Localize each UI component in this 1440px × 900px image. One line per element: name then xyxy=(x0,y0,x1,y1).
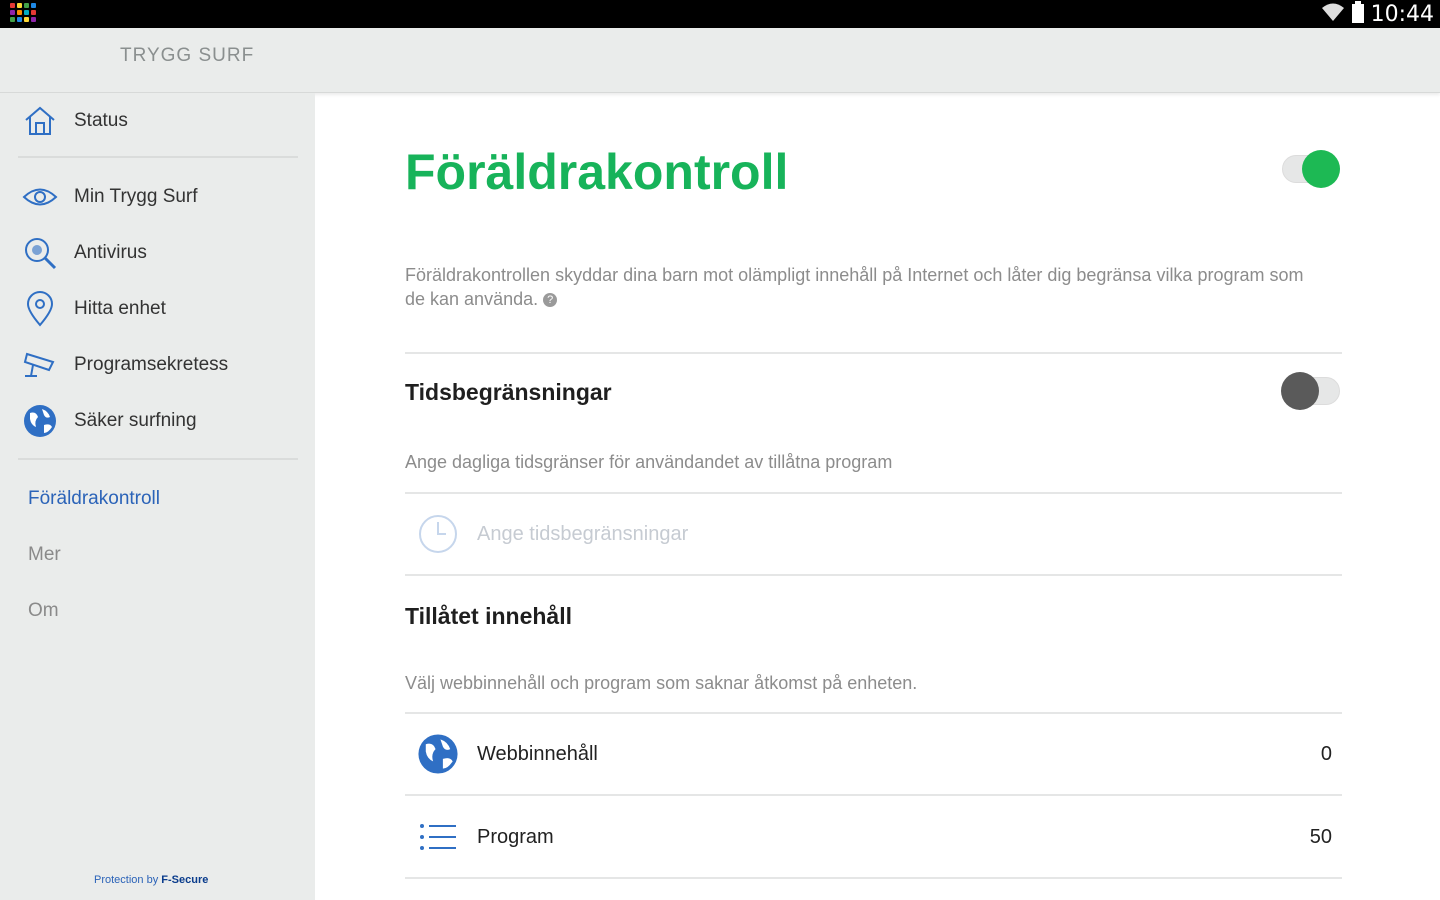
web-content-count: 0 xyxy=(1320,742,1332,765)
clock-icon xyxy=(413,509,463,559)
sidebar-item-min-trygg-surf[interactable]: Min Trygg Surf xyxy=(20,175,198,219)
list-icon xyxy=(413,812,463,862)
allowed-content-title: Tillåtet innehåll xyxy=(405,603,572,629)
set-time-limits-row[interactable]: Ange tidsbegränsningar xyxy=(405,504,1342,564)
clock: 10:44 xyxy=(1370,1,1434,27)
globe-icon xyxy=(20,403,60,439)
footer-branding: Protection by F-Secure xyxy=(94,874,209,886)
allowed-content-description: Välj webbinnehåll och program som saknar… xyxy=(405,673,918,693)
time-limits-description: Ange dagliga tidsgränser för användandet… xyxy=(405,452,893,472)
divider xyxy=(18,458,298,460)
parental-control-toggle[interactable] xyxy=(1280,149,1342,189)
location-pin-icon xyxy=(20,291,60,327)
divider xyxy=(405,877,1342,879)
system-status-bar: 10:44 xyxy=(0,0,1440,28)
eye-shield-icon xyxy=(20,179,60,215)
sidebar: Status Min Trygg Surf Antivirus Hitta en… xyxy=(0,93,315,900)
app-bar: TRYGG SURF xyxy=(0,28,1440,93)
program-row[interactable]: Program 50 xyxy=(405,807,1342,867)
house-icon xyxy=(20,103,60,139)
time-limits-title: Tidsbegränsningar xyxy=(405,379,612,405)
apps-grid-icon[interactable] xyxy=(10,3,38,25)
sidebar-item-om[interactable]: Om xyxy=(28,600,59,622)
app-title: TRYGG SURF xyxy=(120,45,255,66)
sidebar-item-foraldrakontroll[interactable]: Föräldrakontroll xyxy=(28,488,160,510)
main-content: Föräldrakontroll Föräldrakontrollen skyd… xyxy=(315,93,1440,900)
divider xyxy=(405,712,1342,714)
sidebar-item-mer[interactable]: Mer xyxy=(28,544,61,566)
toggle-knob xyxy=(1281,372,1319,410)
divider xyxy=(405,352,1342,354)
battery-icon xyxy=(1351,0,1365,29)
divider xyxy=(18,156,298,158)
divider xyxy=(405,492,1342,494)
sidebar-item-saker-surfning[interactable]: Säker surfning xyxy=(20,399,197,443)
sidebar-item-hitta-enhet[interactable]: Hitta enhet xyxy=(20,287,166,331)
magnifier-icon xyxy=(20,235,60,271)
globe-icon xyxy=(413,729,463,779)
camera-icon xyxy=(20,347,60,383)
time-limits-toggle[interactable] xyxy=(1280,371,1342,411)
divider xyxy=(405,794,1342,796)
sidebar-item-status[interactable]: Status xyxy=(20,99,128,143)
wifi-icon xyxy=(1321,1,1345,28)
toggle-knob xyxy=(1302,150,1340,188)
page-title: Föräldrakontroll xyxy=(405,144,789,200)
sidebar-item-programsekretess[interactable]: Programsekretess xyxy=(20,343,228,387)
divider xyxy=(405,574,1342,576)
page-description: Föräldrakontrollen skyddar dina barn mot… xyxy=(405,265,1304,309)
sidebar-item-antivirus[interactable]: Antivirus xyxy=(20,231,147,275)
program-count: 50 xyxy=(1309,825,1332,848)
web-content-row[interactable]: Webbinnehåll 0 xyxy=(405,724,1342,784)
info-icon[interactable]: ? xyxy=(543,293,558,308)
